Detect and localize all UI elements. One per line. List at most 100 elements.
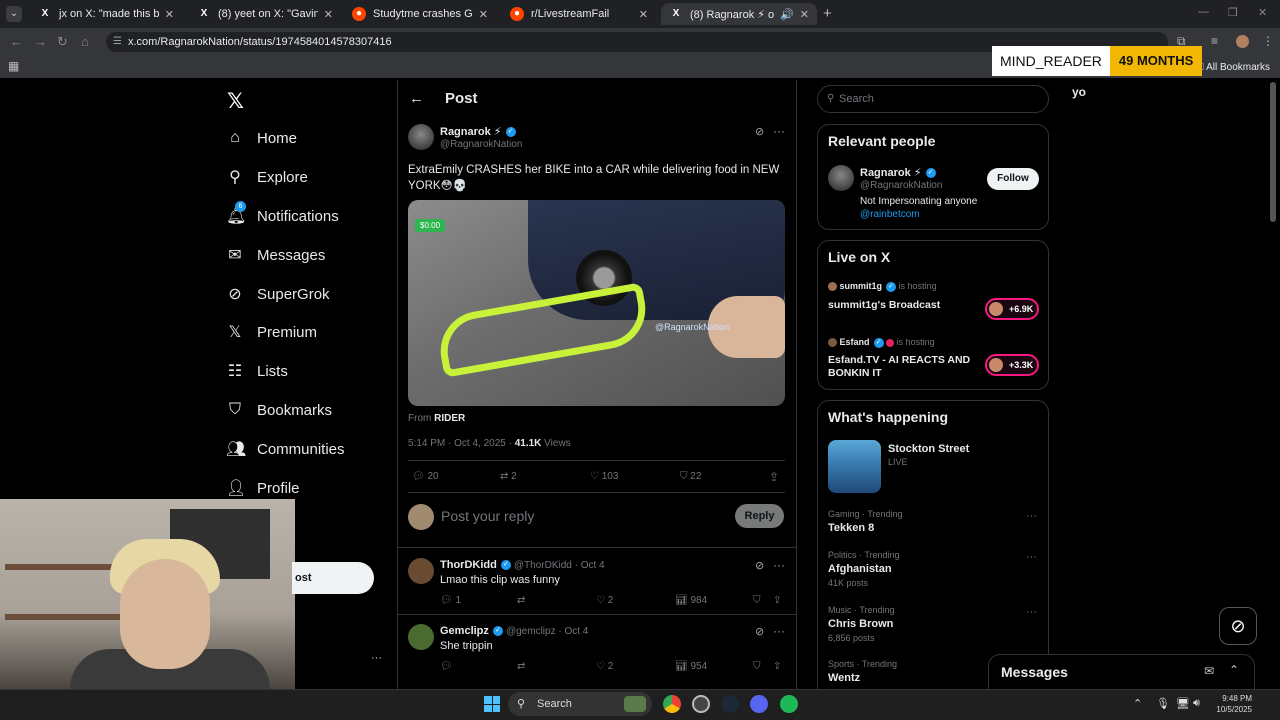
reply-icon[interactable]: 💬︎ (440, 661, 453, 672)
bookmark-action[interactable]: ⛉ 22 (680, 471, 701, 482)
views-action[interactable]: 📊︎ 984 (675, 595, 707, 606)
discord-icon[interactable] (750, 695, 768, 713)
bookmark-icon[interactable]: ⛉ (753, 661, 761, 672)
trend-name[interactable]: Tekken 8 (828, 522, 874, 534)
relevant-avatar[interactable] (828, 165, 854, 191)
browser-tab-3[interactable]: ● Studytme crashes GTR at car m ✕ (344, 3, 496, 25)
site-info-icon[interactable]: ☰ (113, 32, 122, 52)
live-listeners-badge[interactable]: +6.9K (985, 298, 1039, 320)
sidebar-item-explore[interactable]: ⚲ Explore (226, 162, 308, 192)
repost-icon[interactable]: ⇄ (517, 661, 525, 672)
maximize-icon[interactable]: ❐ (1228, 6, 1238, 19)
start-button[interactable] (484, 696, 500, 712)
sidebar-item-home[interactable]: ⌂ Home (226, 123, 297, 153)
relevant-name[interactable]: Ragnarok ⚡ ✓ (860, 166, 936, 179)
back-icon[interactable]: ← (10, 34, 23, 49)
media-icon[interactable]: ≡ (1211, 34, 1218, 48)
speaker-icon[interactable]: 🔊 (780, 8, 794, 21)
spotify-icon[interactable] (780, 695, 798, 713)
more-icon[interactable]: ··· (1026, 551, 1037, 563)
share-icon[interactable]: ⇪ (773, 661, 781, 672)
volume-icon[interactable]: 🔊︎ (1193, 697, 1200, 710)
more-icon[interactable]: ··· (773, 124, 785, 138)
apps-grid-icon[interactable]: ▦ (8, 59, 19, 73)
relevant-handle[interactable]: @RagnarokNation (860, 180, 942, 191)
home-button-icon[interactable]: ⌂ (81, 34, 89, 49)
close-icon[interactable]: ✕ (165, 8, 174, 21)
sidebar-item-supergrok[interactable]: ⊘ SuperGrok (226, 279, 329, 309)
views-action[interactable]: 📊︎ 954 (675, 661, 707, 672)
sidebar-item-lists[interactable]: ☷ Lists (226, 356, 288, 386)
reply-action[interactable]: 💬︎ 20 (412, 471, 439, 482)
live-title-2[interactable]: Esfand.TV - AI REACTS AND BONKIN IT (828, 354, 978, 380)
live-host-2[interactable]: Esfand ✓ is hosting (828, 337, 935, 348)
more-icon[interactable]: ··· (1026, 510, 1037, 522)
obs-icon[interactable] (692, 695, 710, 713)
follow-button[interactable]: Follow (987, 168, 1039, 190)
menu-icon[interactable]: ⋮ (1262, 34, 1274, 48)
sidebar-item-premium[interactable]: 𝕏 Premium (226, 317, 317, 347)
trend-name[interactable]: Chris Brown (828, 618, 893, 630)
browser-tab-1[interactable]: X jx on X: "made this bcus I was b ✕ (30, 3, 182, 25)
reply-button[interactable]: Reply (735, 504, 784, 528)
new-tab-button[interactable]: + (823, 5, 832, 22)
share-icon[interactable]: ⇪ (773, 595, 781, 606)
close-icon[interactable]: ✕ (479, 8, 488, 21)
grok-icon[interactable]: ⊘ (755, 625, 764, 638)
more-icon[interactable]: ··· (1026, 606, 1037, 618)
author-name[interactable]: Ragnarok ⚡ ✓ (440, 125, 516, 138)
live-listeners-badge[interactable]: +3.3K (985, 354, 1039, 376)
like-action[interactable]: ♡ 2 (596, 595, 613, 606)
all-bookmarks[interactable]: 🗀 All Bookmarks (1194, 60, 1270, 77)
grok-icon[interactable]: ⊘ (755, 559, 764, 572)
trend-name[interactable]: Afghanistan (828, 563, 892, 575)
timestamp[interactable]: 5:14 PM · Oct 4, 2025 · (408, 438, 515, 449)
like-action[interactable]: ♡ 2 (596, 661, 613, 672)
share-icon[interactable]: ⇪ (769, 470, 779, 484)
like-action[interactable]: ♡ 103 (590, 471, 618, 482)
forward-icon[interactable]: → (34, 34, 47, 49)
browser-tab-4[interactable]: ● r/LivestreamFail ✕ (502, 3, 656, 25)
sidebar-item-communities[interactable]: 👥︎ Communities (226, 434, 345, 464)
post-video[interactable]: $0.00 @RagnarokNation (408, 200, 785, 406)
reply-action[interactable]: 💬︎ 1 (440, 595, 461, 606)
taskbar-clock[interactable]: 9:48 PM 10/5/2025 (1212, 693, 1252, 715)
expand-icon[interactable]: ⌃ (1229, 663, 1239, 677)
happening-name[interactable]: Stockton Street (888, 443, 969, 455)
account-more-icon[interactable]: ··· (371, 652, 382, 664)
reply-author[interactable]: Gemclipz ✓ @gemclipz · Oct 4 (440, 625, 588, 637)
new-message-icon[interactable]: ✉ (1204, 664, 1214, 678)
grok-icon[interactable]: ⊘ (755, 125, 764, 138)
author-avatar[interactable] (408, 124, 434, 150)
tray-chevron-icon[interactable]: ⌃ (1133, 697, 1142, 710)
author-handle[interactable]: @RagnarokNation (440, 139, 522, 150)
scrollbar[interactable] (1270, 82, 1276, 222)
grok-button[interactable]: ⊘ (1219, 607, 1257, 645)
reply-avatar[interactable] (408, 624, 434, 650)
chrome-icon[interactable] (663, 695, 681, 713)
bio-link[interactable]: @rainbetcom (860, 209, 920, 220)
taskbar-search[interactable]: ⚲ Search (508, 692, 652, 716)
close-icon[interactable]: ✕ (800, 8, 809, 21)
search-input[interactable]: ⚲ Search (817, 85, 1049, 113)
window-close-icon[interactable]: ✕ (1258, 6, 1267, 19)
sidebar-item-bookmarks[interactable]: ⛉ Bookmarks (226, 395, 332, 425)
happening-thumbnail[interactable] (828, 440, 881, 493)
reply-input[interactable]: Post your reply (441, 508, 534, 524)
browser-tab-5-active[interactable]: X (8) Ragnarok ⚡ on X: "Extr 🔊 ✕ (661, 3, 817, 25)
reply-avatar[interactable] (408, 558, 434, 584)
sidebar-item-messages[interactable]: ✉ Messages (226, 240, 325, 270)
network-icon[interactable]: 🖥︎ (1176, 697, 1190, 710)
trend-name[interactable]: Wentz (828, 672, 860, 684)
minimize-icon[interactable]: — (1198, 6, 1209, 18)
more-icon[interactable]: ··· (773, 558, 785, 572)
from-source[interactable]: RIDER (434, 413, 465, 424)
live-host-1[interactable]: summit1g ✓ is hosting (828, 281, 937, 292)
close-icon[interactable]: ✕ (639, 8, 648, 21)
steam-icon[interactable] (721, 695, 739, 713)
more-icon[interactable]: ··· (773, 624, 785, 638)
microphone-icon[interactable]: 🎙︎ (1156, 697, 1170, 710)
bookmark-icon[interactable]: ⛉ (753, 595, 761, 606)
back-arrow-icon[interactable]: ← (409, 90, 424, 107)
repost-action[interactable]: ⇄ 2 (500, 471, 517, 482)
